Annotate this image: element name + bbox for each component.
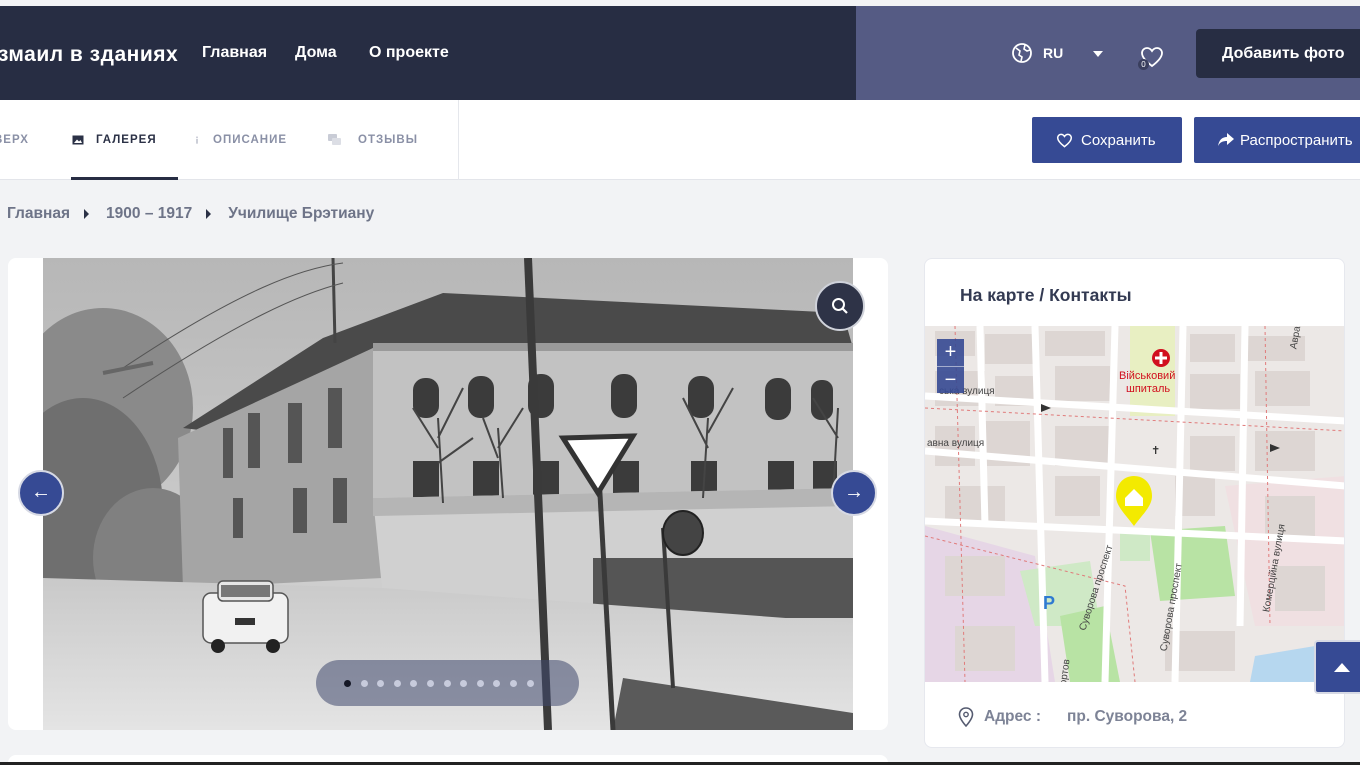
arrow-left-icon: ← bbox=[31, 481, 51, 503]
map-zoom-out-button[interactable]: − bbox=[937, 366, 964, 393]
breadcrumb-current: Училище Брэтиану bbox=[228, 205, 375, 222]
nav-houses[interactable]: Дома bbox=[295, 44, 337, 62]
nav-about[interactable]: О проекте bbox=[369, 44, 449, 62]
active-tab-indicator bbox=[71, 177, 178, 180]
slide-dot[interactable] bbox=[410, 679, 418, 687]
site-brand[interactable]: змаил в зданиях bbox=[0, 43, 178, 67]
map-parking-label: P bbox=[1043, 593, 1055, 613]
arrow-right-icon: → bbox=[844, 481, 864, 503]
slide-dot[interactable] bbox=[426, 679, 434, 687]
map-card: На карте / Контакты Військовий шпиталь с… bbox=[924, 258, 1345, 748]
slide-dot[interactable] bbox=[476, 679, 484, 687]
tab-description-label: ОПИСАНИЕ bbox=[213, 134, 288, 146]
map-zoom-in-button[interactable]: + bbox=[937, 339, 964, 366]
info-icon bbox=[196, 136, 198, 144]
slide-dot[interactable] bbox=[443, 679, 451, 687]
slide-dot[interactable] bbox=[509, 679, 517, 687]
gallery-card bbox=[8, 258, 888, 730]
tab-gallery[interactable]: ГАЛЕРЕЯ bbox=[72, 134, 157, 146]
prev-slide-button[interactable]: ← bbox=[18, 470, 64, 516]
svg-text:✝: ✝ bbox=[1151, 444, 1160, 457]
image-icon bbox=[72, 135, 84, 145]
site-header: змаил в зданиях Главная Дома О проекте R… bbox=[0, 6, 1360, 100]
breadcrumb-separator-icon bbox=[206, 209, 212, 219]
search-icon bbox=[832, 298, 848, 314]
breadcrumb-period[interactable]: 1900 – 1917 bbox=[106, 205, 192, 223]
tab-description[interactable]: ОПИСАНИЕ bbox=[193, 134, 287, 146]
address-value: пр. Суворова, 2 bbox=[1067, 708, 1188, 725]
tab-reviews-label: ОТЗЫВЫ bbox=[358, 134, 418, 146]
slide-indicators bbox=[316, 660, 579, 706]
slide-dot[interactable] bbox=[344, 679, 351, 687]
tab-gallery-label: ГАЛЕРЕЯ bbox=[96, 134, 157, 146]
slide-dot[interactable] bbox=[493, 679, 501, 687]
language-selector[interactable]: RU bbox=[1011, 42, 1104, 64]
section-tabs-bar: ВЕРХ ГАЛЕРЕЯ ОПИСАНИЕ ОТЗЫВЫ Сохранить bbox=[0, 100, 1360, 180]
address-row: Адрес : пр. Суворова, 2 bbox=[958, 707, 1187, 727]
tab-top[interactable]: ВЕРХ bbox=[0, 134, 29, 146]
map-label-hospital-2: шпиталь bbox=[1126, 383, 1170, 395]
chevron-down-icon bbox=[1093, 51, 1104, 57]
location-map[interactable]: Військовий шпиталь ська вулиця авна вули… bbox=[925, 326, 1345, 682]
tab-top-label: ВЕРХ bbox=[0, 134, 29, 146]
share-button[interactable]: Распространить bbox=[1194, 117, 1360, 163]
slide-dot[interactable] bbox=[393, 679, 401, 687]
nav-home[interactable]: Главная bbox=[202, 44, 267, 62]
favorites-count-badge: 0 bbox=[1138, 59, 1149, 70]
share-icon bbox=[1218, 133, 1234, 146]
tab-reviews[interactable]: ОТЗЫВЫ bbox=[328, 134, 418, 146]
add-photo-button[interactable]: Добавить фото bbox=[1196, 29, 1360, 78]
map-card-title: На карте / Контакты bbox=[960, 285, 1132, 305]
map-pin-icon bbox=[958, 707, 974, 727]
map-label-hospital: Військовий bbox=[1119, 370, 1175, 382]
next-slide-button[interactable]: → bbox=[831, 470, 877, 516]
map-street-label: авна вулиця bbox=[927, 438, 984, 449]
breadcrumb-home[interactable]: Главная bbox=[7, 205, 70, 223]
divider bbox=[458, 100, 459, 180]
address-label: Адрес : bbox=[984, 708, 1042, 725]
breadcrumb-separator-icon bbox=[84, 209, 90, 219]
save-button-label: Сохранить bbox=[1081, 131, 1156, 149]
map-zoom-control: + − bbox=[937, 339, 964, 393]
share-button-label: Распространить bbox=[1240, 131, 1353, 149]
language-label: RU bbox=[1043, 45, 1064, 61]
globe-icon bbox=[1012, 43, 1032, 63]
slide-dot[interactable] bbox=[377, 679, 385, 687]
slide-dot[interactable] bbox=[460, 679, 468, 687]
breadcrumb: Главная 1900 – 1917 Училище Брэтиану bbox=[7, 205, 374, 223]
comments-icon bbox=[328, 134, 341, 145]
heart-icon bbox=[1056, 133, 1073, 148]
arrow-up-icon bbox=[1334, 663, 1350, 672]
scroll-to-top-button[interactable] bbox=[1314, 640, 1360, 694]
zoom-photo-button[interactable] bbox=[815, 281, 865, 331]
slide-dot[interactable] bbox=[526, 679, 534, 687]
save-button[interactable]: Сохранить bbox=[1032, 117, 1182, 163]
slide-dot[interactable] bbox=[360, 679, 368, 687]
